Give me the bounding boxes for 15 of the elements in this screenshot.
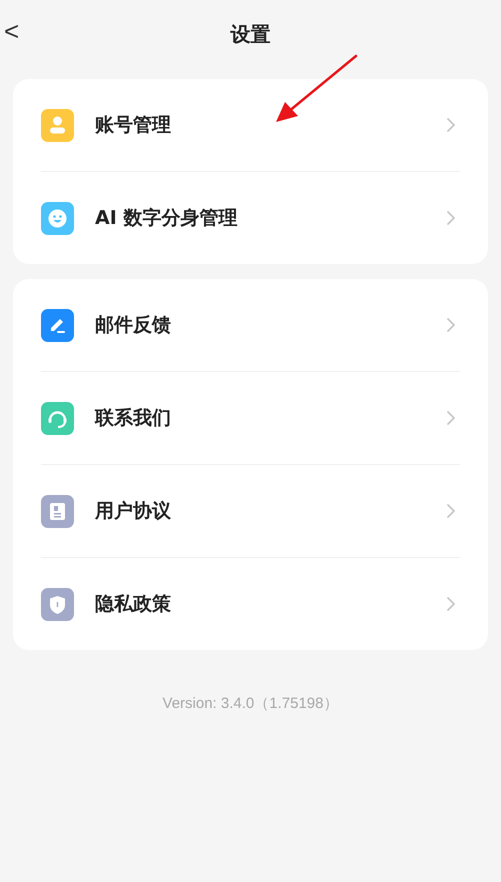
chevron-right-icon [446,503,456,519]
menu-item[interactable]: 邮件反馈 [95,312,446,338]
page-title: 设置 [230,20,270,48]
menu-item[interactable]: 联系我们 [95,405,446,431]
menu-item[interactable]: 隐私政策 [95,591,446,617]
menu-item[interactable]: 用户协议 [95,498,446,524]
chevron-right-icon [446,596,456,612]
chevron-right-icon [446,410,456,426]
menu-item[interactable]: AI 数字分身管理 [95,205,446,231]
chevron-right-icon [446,210,456,226]
back-button[interactable]: < [4,16,20,47]
chevron-right-icon [446,317,456,333]
version-text: Version: 3.4.0（1.75198） [162,694,340,713]
menu-item[interactable]: 账号管理 [95,112,446,138]
chevron-right-icon [446,117,456,133]
